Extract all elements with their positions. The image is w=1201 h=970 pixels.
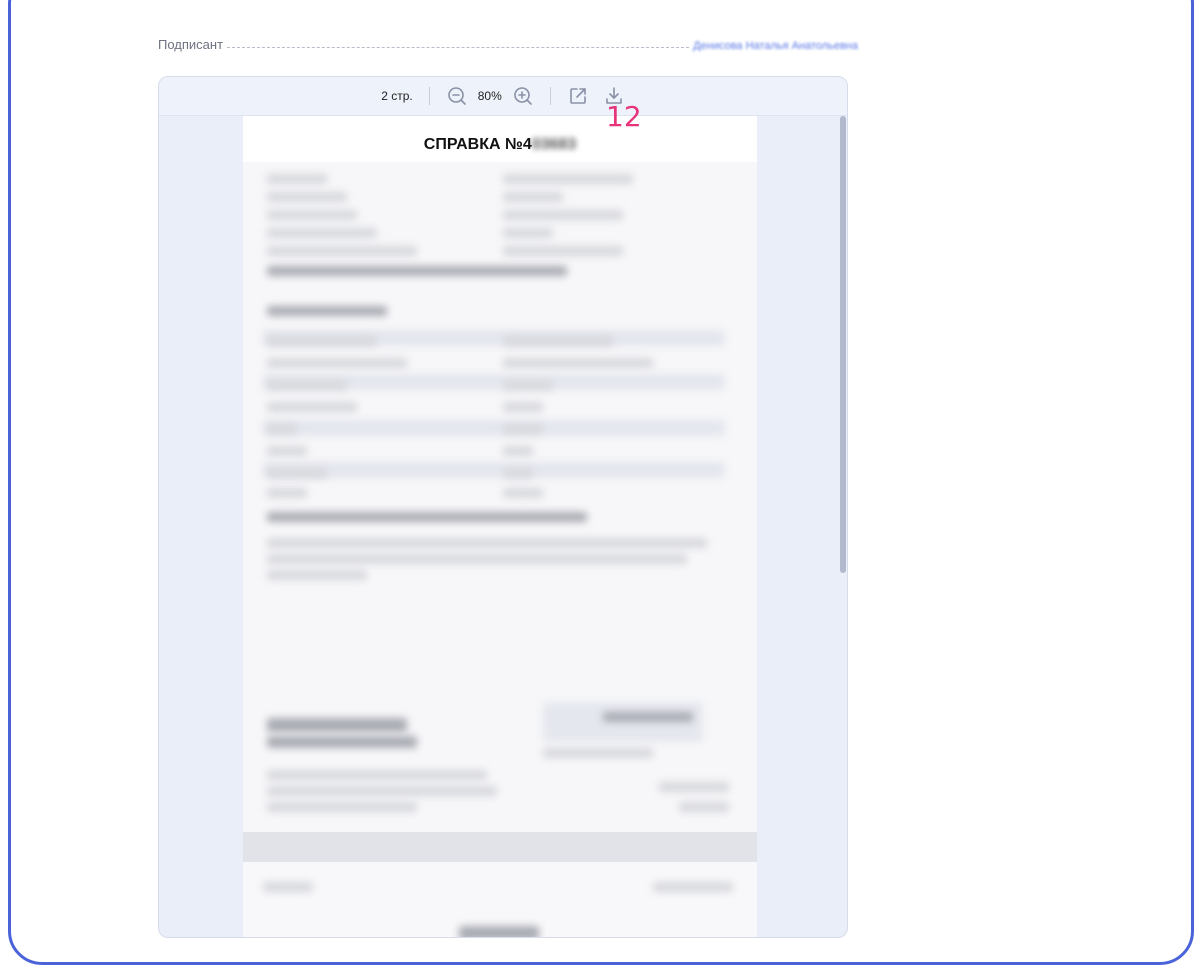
page-number-annotation: 12 xyxy=(606,100,642,133)
document-viewer: 2 стр. 80% СПРАВКА №403683 xyxy=(158,76,848,938)
toolbar-divider xyxy=(549,87,551,105)
document-title-masked-number: 03683 xyxy=(531,136,577,153)
zoom-out-icon[interactable] xyxy=(446,85,468,107)
zoom-in-icon[interactable] xyxy=(512,85,534,107)
page-break xyxy=(243,832,757,862)
signer-name-link[interactable]: Денисова Наталья Анатольевна xyxy=(689,40,858,52)
signer-row: Подписант Денисова Наталья Анатольевна xyxy=(158,34,858,52)
zoom-level: 80% xyxy=(477,89,502,103)
document-page: СПРАВКА №403683 xyxy=(243,116,757,937)
viewer-toolbar: 2 стр. 80% xyxy=(159,77,847,116)
blurred-document-content xyxy=(243,162,757,832)
viewer-scrollbar[interactable] xyxy=(839,116,847,937)
open-external-icon[interactable] xyxy=(567,85,589,107)
document-title: СПРАВКА №403683 xyxy=(243,136,757,154)
document-page-2-preview xyxy=(243,862,757,937)
page-count: 2 стр. xyxy=(381,89,413,103)
document-title-prefix: СПРАВКА №4 xyxy=(423,136,532,153)
signer-label: Подписант xyxy=(158,37,224,52)
signer-leader-dots xyxy=(227,47,690,48)
scrollbar-thumb[interactable] xyxy=(840,116,846,573)
toolbar-divider xyxy=(428,87,430,105)
